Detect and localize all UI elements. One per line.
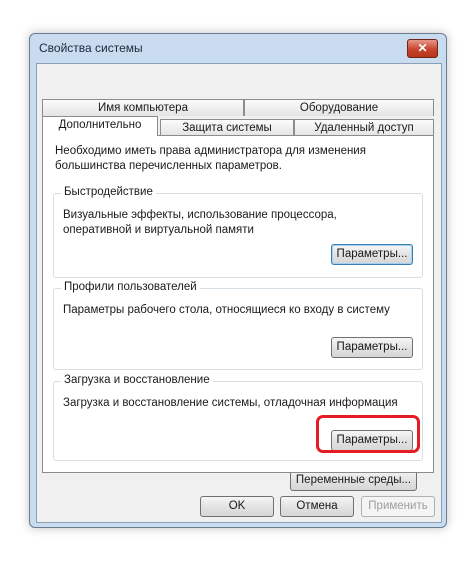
highlight-frame (316, 415, 420, 453)
user-profiles-settings-button[interactable]: Параметры... (331, 337, 413, 358)
close-icon: ✕ (417, 41, 428, 55)
user-profiles-group: Профили пользователей Параметры рабочего… (53, 281, 423, 370)
tab-computer-name[interactable]: Имя компьютера (42, 99, 244, 116)
window-title: Свойства системы (39, 41, 143, 55)
performance-description: Визуальные эффекты, использование процес… (63, 209, 337, 236)
close-button[interactable]: ✕ (407, 39, 438, 58)
tab-hardware[interactable]: Оборудование (244, 99, 434, 116)
user-profiles-group-title: Профили пользователей (61, 281, 200, 293)
dialog-client-area: Имя компьютера Оборудование Дополнительн… (36, 63, 442, 523)
cancel-button[interactable]: Отмена (280, 496, 354, 517)
ok-button[interactable]: OK (200, 496, 274, 517)
user-profiles-description: Параметры рабочего стола, относящиеся ко… (63, 304, 390, 316)
tab-advanced[interactable]: Дополнительно (42, 116, 158, 136)
tab-system-protection[interactable]: Защита системы (160, 119, 294, 136)
performance-group: Быстродействие Визуальные эффекты, испол… (53, 186, 423, 278)
tab-remote-access[interactable]: Удаленный доступ (294, 119, 434, 136)
system-properties-window: Свойства системы ✕ Имя компьютера Оборуд… (29, 33, 447, 528)
apply-button[interactable]: Применить (361, 496, 435, 517)
performance-group-title: Быстродействие (61, 186, 156, 198)
performance-settings-button[interactable]: Параметры... (331, 244, 413, 265)
admin-rights-note: Необходимо иметь права администратора дл… (55, 145, 366, 172)
startup-recovery-description: Загрузка и восстановление системы, отлад… (63, 397, 398, 409)
startup-recovery-group-title: Загрузка и восстановление (61, 374, 213, 386)
title-bar[interactable]: Свойства системы ✕ (30, 34, 446, 60)
